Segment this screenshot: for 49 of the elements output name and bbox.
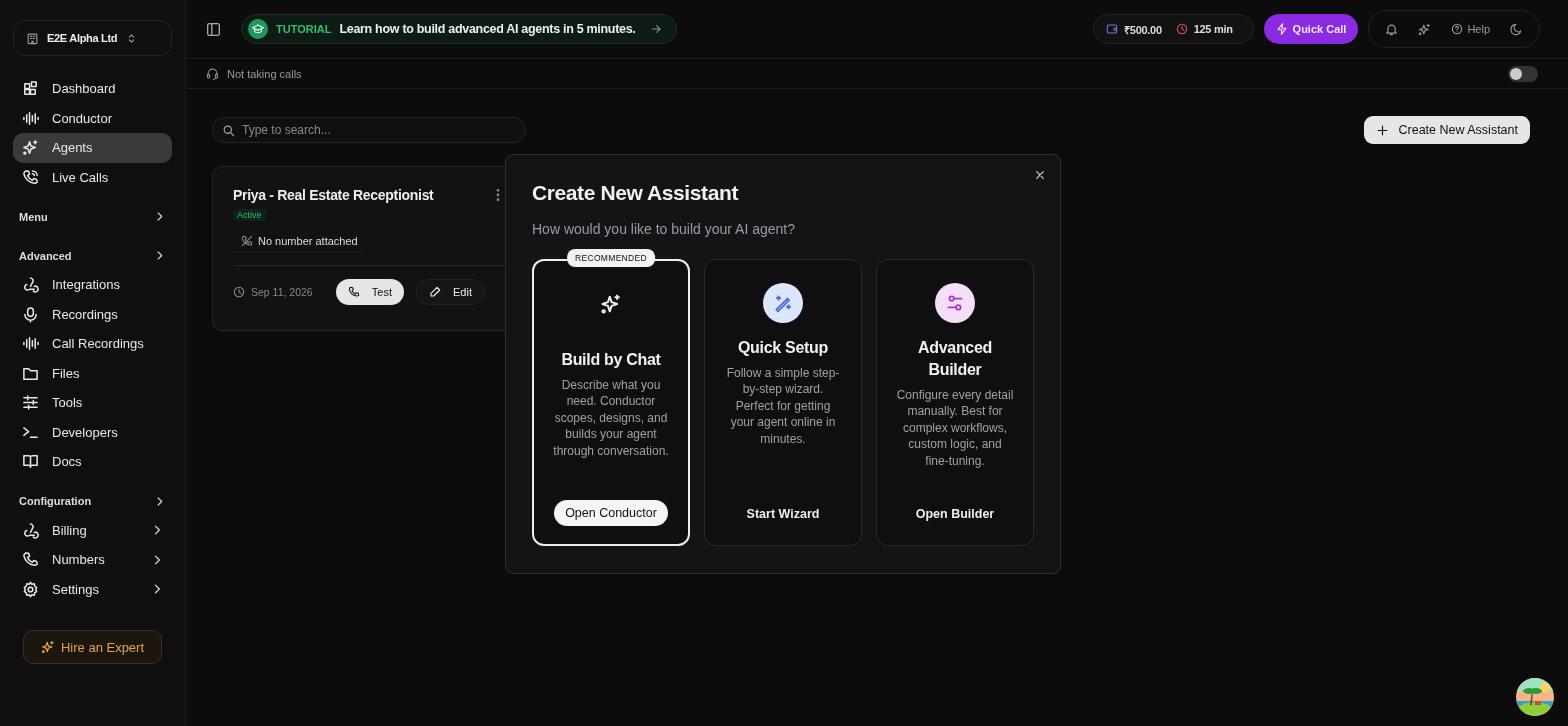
minutes-text: 125 min [1193, 23, 1233, 35]
tutorial-text: Learn how to build advanced AI agents in 5 minutes. [339, 22, 636, 36]
tutorial-tag: TUTORIAL [276, 23, 332, 35]
nav-item[interactable]: Live Calls [13, 162, 172, 192]
nav-item[interactable]: Recordings [13, 299, 172, 329]
section-header[interactable]: Configuration [13, 486, 172, 516]
option-card[interactable]: Advanced Builder Configure every detail manually. Best for complex workflows, custom logic, and fine-tuning. Open Builder [876, 259, 1034, 546]
create-assistant-button[interactable]: Create New Assistant [1363, 116, 1530, 144]
nav-item[interactable]: Conductor [13, 103, 172, 133]
hire-expert-button[interactable]: Hire an Expert [23, 630, 162, 664]
help-button[interactable]: Help [1443, 19, 1498, 39]
dialog-title: Create New Assistant [532, 181, 740, 205]
nav-item[interactable]: Numbers [13, 545, 172, 575]
nav-item[interactable]: Tools [13, 388, 172, 418]
section-header[interactable]: Advanced [13, 241, 172, 270]
organization-selector[interactable]: E2E Alpha Ltd [13, 20, 172, 56]
option-title: Advanced Builder [916, 338, 994, 380]
option-action-button[interactable]: Open Conductor [554, 500, 668, 526]
nav-item[interactable]: Billing [13, 515, 172, 545]
quick-call-button[interactable]: Quick Call [1263, 14, 1359, 44]
option-card[interactable]: Quick Setup Follow a simple step-by-step wizard. Perfect for getting your agent online in minutes. Start Wizard [704, 259, 862, 546]
nav-item[interactable]: Agents [13, 133, 172, 163]
nav-item[interactable]: Docs [13, 447, 172, 477]
nav-item[interactable]: Files [13, 358, 172, 388]
agent-name: Priya - Real Estate Receptionist [233, 187, 434, 203]
section-header[interactable]: Menu [13, 202, 172, 231]
call-status-text: Not taking calls [227, 67, 302, 80]
nav-item[interactable]: Settings [13, 574, 172, 604]
option-title: Build by Chat [561, 350, 661, 370]
search-field[interactable]: Type to search... [212, 117, 526, 143]
date-text: Sep 11, 2026 [251, 286, 313, 298]
option-action-button[interactable]: Start Wizard [735, 501, 831, 527]
option-description: Configure every detail manually. Best for complex workflows, custom logic, and fine-tuning. [895, 387, 1015, 470]
number-chip: No number attached [233, 231, 366, 252]
test-button[interactable]: Test [335, 279, 405, 305]
nav-item[interactable]: Integrations [13, 270, 172, 300]
option-description: Follow a simple step-by-step wizard. Perfect for getting your agent online in minutes. [725, 365, 841, 448]
nav-item[interactable]: Dashboard [13, 74, 172, 104]
dialog-subtitle: How would you like to build your AI agent? [532, 221, 797, 237]
option-description: Describe what you need. Conductor scopes, designs, and builds your agent through conversation. [552, 377, 670, 460]
recommended-badge: RECOMMENDED [567, 249, 655, 267]
nav-item[interactable]: Call Recordings [13, 329, 172, 359]
edit-button[interactable]: Edit [416, 279, 485, 305]
tutorial-banner[interactable]: TUTORIAL Learn how to build advanced AI agents in 5 minutes. [241, 14, 677, 44]
balance-text: ₹500.00 [1124, 22, 1162, 37]
option-action-button[interactable]: Open Builder [904, 501, 1006, 527]
nav-item[interactable]: Developers [13, 417, 172, 447]
option-title: Quick Setup [737, 338, 829, 358]
status-badge: Active [233, 209, 266, 221]
